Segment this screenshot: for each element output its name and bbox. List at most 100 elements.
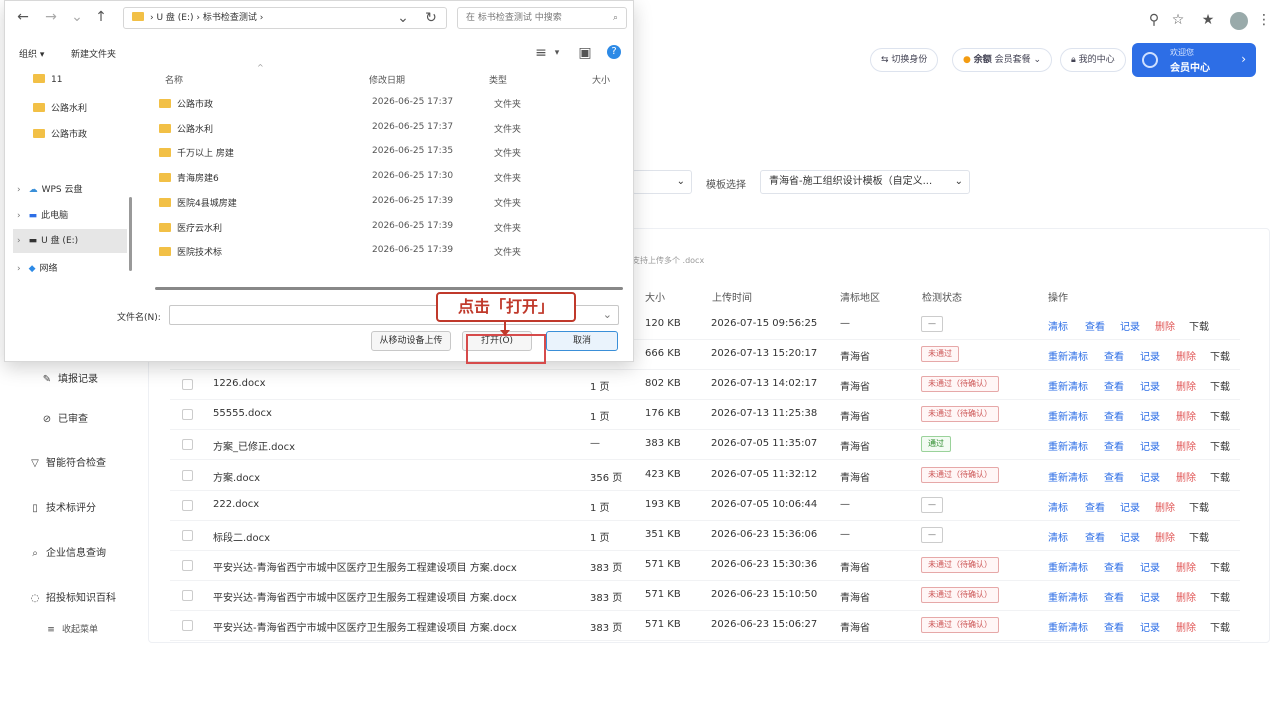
table-row[interactable]: 标段二.docx 1 页 351 KB 2026-06-23 15:36:06 — — 清标… — [170, 521, 1240, 551]
file-row[interactable]: 医院4县城房建 2026-06-25 17:39 文件夹 — [155, 191, 625, 215]
file-name[interactable]: 平安兴达-青海省西宁市城中区医疗卫生服务工程建设项目 方案.docx — [213, 619, 517, 634]
record-button[interactable]: 记录 — [1140, 619, 1160, 634]
view-list-icon[interactable]: ≡ — [533, 45, 549, 61]
back-arrow-icon[interactable]: ← — [15, 9, 31, 25]
download-button[interactable]: 下载 — [1189, 529, 1209, 544]
file-name[interactable]: 平安兴达-青海省西宁市城中区医疗卫生服务工程建设项目 方案.docx — [213, 589, 517, 604]
delete-button[interactable]: 删除 — [1176, 378, 1196, 393]
retry-clean-button[interactable]: 清标 — [1048, 529, 1068, 544]
sidebar-item-wiki[interactable]: ◌ 招投标知识百科 — [28, 589, 138, 604]
nav-item-wps-cloud[interactable]: › ☁ WPS 云盘 — [17, 182, 83, 195]
table-row[interactable]: 1226.docx 1 页 802 KB 2026-07-13 14:02:17 青海省… — [170, 370, 1240, 401]
sidebar-item-company-search[interactable]: ⌕ 企业信息查询 — [28, 544, 138, 559]
upload-from-mobile-button[interactable]: 从移动设备上传 — [371, 331, 451, 351]
record-button[interactable]: 记录 — [1140, 438, 1160, 453]
delete-button[interactable]: 删除 — [1176, 348, 1196, 363]
row-checkbox[interactable] — [182, 529, 193, 541]
file-name[interactable]: 平安兴达-青海省西宁市城中区医疗卫生服务工程建设项目 方案.docx — [213, 559, 517, 574]
retry-clean-button[interactable]: 重新清标 — [1048, 378, 1088, 393]
delete-button[interactable]: 删除 — [1155, 499, 1175, 514]
organize-button[interactable]: 组织 ▾ — [19, 47, 44, 60]
file-name[interactable]: 55555.docx — [213, 408, 272, 419]
forward-arrow-icon[interactable]: → — [43, 9, 59, 25]
chevron-down-icon[interactable]: ⌄ — [395, 10, 411, 26]
download-button[interactable]: 下载 — [1210, 378, 1230, 393]
download-button[interactable]: 下载 — [1210, 619, 1230, 634]
user-card[interactable]: 欢迎您 会员中心 › — [1132, 43, 1256, 77]
record-button[interactable]: 记录 — [1120, 529, 1140, 544]
nav-item-road-water[interactable]: 公路水利 — [33, 101, 87, 114]
file-row[interactable]: 医疗云水利 2026-06-25 17:39 文件夹 — [155, 216, 625, 240]
record-button[interactable]: 记录 — [1140, 408, 1160, 423]
retry-clean-button[interactable]: 重新清标 — [1048, 559, 1088, 574]
table-row[interactable]: 222.docx 1 页 193 KB 2026-07-05 10:06:44 — — 清标… — [170, 491, 1240, 521]
retry-clean-button[interactable]: 重新清标 — [1048, 408, 1088, 423]
table-row[interactable]: 平安兴达-青海省西宁市城中区医疗卫生服务工程建设项目 方案.docx 383 页 5… — [170, 581, 1240, 611]
file-row[interactable]: 公路水利 2026-06-25 17:37 文件夹 — [155, 117, 625, 141]
file-row[interactable]: 公路市政 2026-06-25 17:37 文件夹 — [155, 92, 625, 116]
file-name[interactable]: 方案_已修正.docx — [213, 438, 295, 453]
col-file-size[interactable]: 大小 — [592, 73, 610, 86]
switch-identity-button[interactable]: ⇆ 切换身份 — [870, 48, 939, 72]
sidebar-collapse[interactable]: ≡ 收起菜单 — [44, 622, 154, 635]
record-button[interactable]: 记录 — [1140, 348, 1160, 363]
view-button[interactable]: 查看 — [1085, 529, 1105, 544]
chevron-down-icon[interactable]: ⌄ — [69, 9, 85, 25]
refresh-icon[interactable]: ↻ — [423, 10, 439, 26]
record-button[interactable]: 记录 — [1140, 378, 1160, 393]
search-input[interactable]: 在 标书检查测试 中搜索 ⌕ — [457, 7, 627, 29]
delete-button[interactable]: 删除 — [1176, 408, 1196, 423]
record-button[interactable]: 记录 — [1120, 318, 1140, 333]
bookmark-star-icon[interactable]: ★ — [1200, 12, 1216, 28]
avatar[interactable] — [1230, 12, 1248, 30]
sidebar-item-reviewed[interactable]: ⊘ 已审查 — [40, 410, 150, 425]
retry-clean-button[interactable]: 重新清标 — [1048, 348, 1088, 363]
download-button[interactable]: 下载 — [1210, 589, 1230, 604]
sidebar-item-records[interactable]: ✎ 填报记录 — [40, 370, 150, 385]
view-button[interactable]: 查看 — [1104, 619, 1124, 634]
view-button[interactable]: 查看 — [1104, 348, 1124, 363]
row-checkbox[interactable] — [182, 589, 193, 601]
view-button[interactable]: 查看 — [1104, 559, 1124, 574]
up-arrow-icon[interactable]: ↑ — [93, 9, 109, 25]
delete-button[interactable]: 删除 — [1176, 559, 1196, 574]
view-button[interactable]: 查看 — [1104, 469, 1124, 484]
table-row[interactable]: 方案_已修正.docx — 383 KB 2026-07-05 11:35:07 青海省… — [170, 430, 1240, 461]
delete-button[interactable]: 删除 — [1176, 469, 1196, 484]
col-name[interactable]: 名称 — [165, 73, 183, 86]
delete-button[interactable]: 删除 — [1155, 318, 1175, 333]
delete-button[interactable]: 删除 — [1176, 589, 1196, 604]
row-checkbox[interactable] — [182, 499, 193, 511]
table-row[interactable]: 平安兴达-青海省西宁市城中区医疗卫生服务工程建设项目 方案.docx 383 页 5… — [170, 551, 1240, 581]
download-button[interactable]: 下载 — [1210, 559, 1230, 574]
view-button[interactable]: 查看 — [1104, 438, 1124, 453]
retry-clean-button[interactable]: 清标 — [1048, 499, 1068, 514]
record-button[interactable]: 记录 — [1120, 499, 1140, 514]
download-button[interactable]: 下载 — [1210, 438, 1230, 453]
nav-item-usb-drive[interactable]: › ▬ U 盘 (E:) — [13, 229, 127, 253]
record-button[interactable]: 记录 — [1140, 589, 1160, 604]
more-icon[interactable]: ⋮ — [1256, 12, 1272, 28]
file-row[interactable]: 千万以上 房建 2026-06-25 17:35 文件夹 — [155, 141, 625, 165]
retry-clean-button[interactable]: 重新清标 — [1048, 619, 1088, 634]
table-row[interactable]: 方案.docx 356 页 423 KB 2026-07-05 11:32:12 青海省… — [170, 461, 1240, 491]
star-icon[interactable]: ☆ — [1170, 12, 1186, 28]
my-center-button[interactable]: 🔒︎ 我的中心 — [1060, 48, 1126, 72]
row-checkbox[interactable] — [182, 559, 193, 571]
row-checkbox[interactable] — [182, 620, 193, 631]
download-button[interactable]: 下载 — [1210, 469, 1230, 484]
file-name[interactable]: 标段二.docx — [213, 529, 270, 544]
download-button[interactable]: 下载 — [1210, 408, 1230, 423]
record-button[interactable]: 记录 — [1140, 559, 1160, 574]
file-name[interactable]: 方案.docx — [213, 469, 260, 484]
cancel-button[interactable]: 取消 — [546, 331, 618, 351]
row-checkbox[interactable] — [182, 439, 193, 451]
view-button[interactable]: 查看 — [1104, 589, 1124, 604]
nav-item-11[interactable]: 11 — [33, 74, 62, 85]
col-modified[interactable]: 修改日期 — [369, 73, 405, 86]
file-name[interactable]: 1226.docx — [213, 378, 266, 389]
new-folder-button[interactable]: 新建文件夹 — [71, 47, 116, 60]
chevron-down-icon[interactable]: ▾ — [549, 45, 565, 61]
h-scrollbar[interactable] — [155, 287, 623, 290]
col-type[interactable]: 类型 — [489, 73, 507, 86]
